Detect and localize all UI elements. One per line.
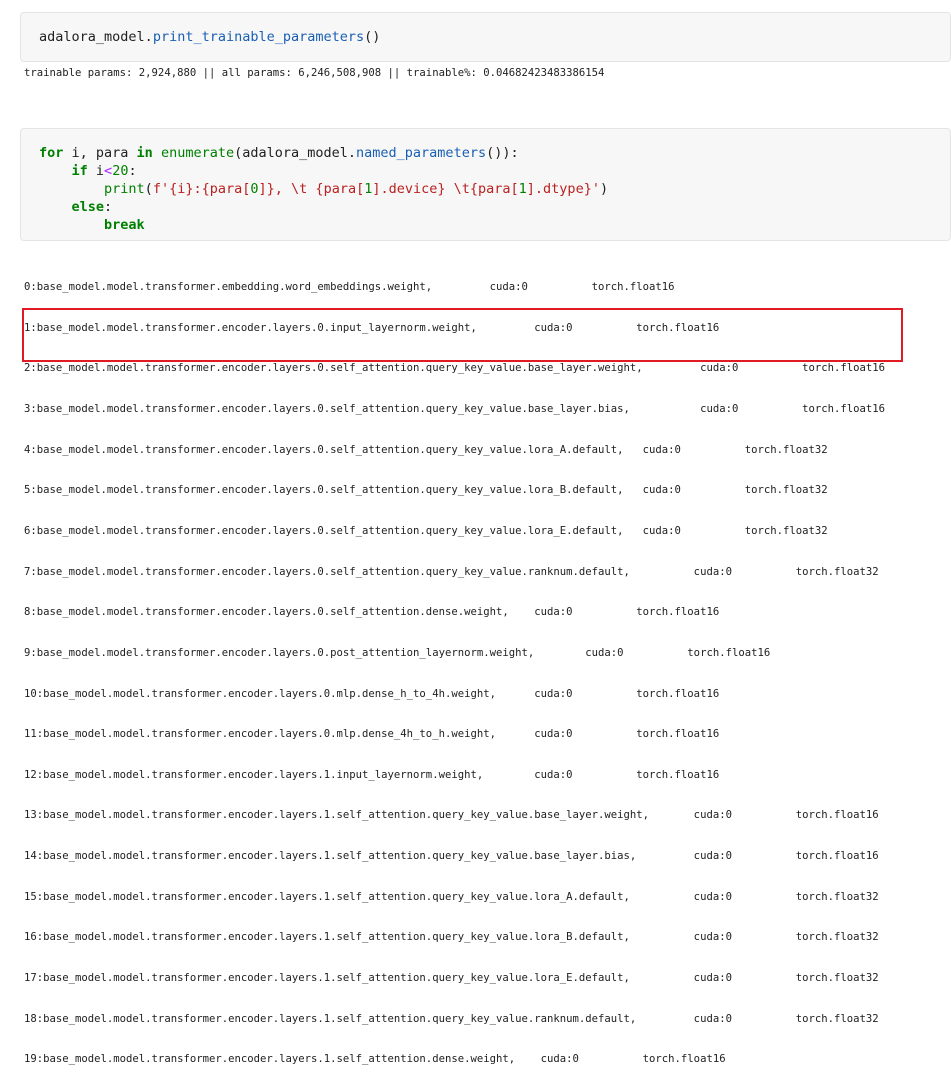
number-token: 1	[518, 181, 527, 197]
output-line: 12:base_model.model.transformer.encoder.…	[24, 768, 720, 781]
code-cell-1-input[interactable]: adalora_model.print_trainable_parameters…	[20, 12, 951, 62]
code-token: ()):	[486, 145, 519, 161]
keyword-token: for	[39, 145, 64, 161]
number-token: 20	[112, 163, 129, 179]
code-token: i, para	[63, 145, 137, 161]
string-token: {para[	[201, 181, 251, 197]
code-token: adalora_model	[39, 29, 145, 45]
output-line: 14:base_model.model.transformer.encoder.…	[24, 850, 879, 863]
output-line: 11:base_model.model.transformer.encoder.…	[24, 728, 720, 741]
code-line-5: break	[39, 217, 145, 233]
output-line: 9:base_model.model.transformer.encoder.l…	[24, 646, 771, 659]
code-token: .	[144, 29, 153, 45]
output-line: trainable params: 2,924,880 || all param…	[24, 67, 605, 79]
keyword-token: if	[71, 163, 88, 179]
code-token: (	[144, 181, 153, 197]
string-token: :	[193, 181, 202, 197]
output-line: 13:base_model.model.transformer.encoder.…	[24, 809, 879, 822]
code-line: adalora_model.print_trainable_parameters…	[39, 28, 380, 46]
keyword-token: else	[71, 199, 105, 215]
code-line-1: for i, para in enumerate(adalora_model.n…	[39, 145, 519, 161]
string-token: ].device} \t{para[	[372, 181, 519, 197]
code-token: )	[599, 181, 609, 197]
code-token: (adalora_model.	[234, 145, 357, 161]
code-token-method: print_trainable_parameters	[152, 29, 365, 45]
string-token: ].dtype}	[526, 181, 592, 197]
string-token: ]}	[258, 181, 275, 197]
code-cell-2-input[interactable]: for i, para in enumerate(adalora_model.n…	[20, 128, 951, 241]
builtin-token: print	[104, 181, 145, 197]
keyword-token: in	[136, 145, 153, 161]
code-line-3: print(f'{i}:{para[0]}, \t {para[ 1].devic…	[39, 181, 608, 197]
code-block: for i, para in enumerate(adalora_model.n…	[39, 144, 608, 234]
output-line: 5:base_model.model.transformer.encoder.l…	[24, 484, 828, 497]
output-line: 15:base_model.model.transformer.encoder.…	[24, 890, 879, 903]
output-line: 8:base_model.model.transformer.encoder.l…	[24, 606, 720, 619]
code-token: :	[104, 199, 113, 215]
code-line-4: else:	[39, 199, 113, 215]
operator-token: <	[104, 163, 113, 179]
string-token: '	[591, 181, 600, 197]
output-line: 6:base_model.model.transformer.encoder.l…	[24, 524, 828, 537]
output-line: 0:base_model.model.transformer.embedding…	[24, 281, 675, 294]
output-line: 1:base_model.model.transformer.encoder.l…	[24, 321, 720, 334]
output-line: 2:base_model.model.transformer.encoder.l…	[24, 362, 886, 375]
string-token: {i}	[169, 181, 194, 197]
output-line: 19:base_model.model.transformer.encoder.…	[24, 1053, 726, 1066]
keyword-token: break	[104, 217, 145, 233]
string-token: f'	[152, 181, 170, 197]
code-token-method: named_parameters	[356, 145, 487, 161]
string-token: , \t {para[	[274, 181, 365, 197]
code-line-2: if i<20:	[39, 163, 137, 179]
output-line: 17:base_model.model.transformer.encoder.…	[24, 971, 879, 984]
code-cell-1-output: trainable params: 2,924,880 || all param…	[24, 67, 604, 81]
output-line: 10:base_model.model.transformer.encoder.…	[24, 687, 720, 700]
code-cell-2-output: 0:base_model.model.transformer.embedding…	[24, 254, 885, 1080]
code-token: i	[87, 163, 105, 179]
code-token: ()	[364, 29, 381, 45]
number-token: 0	[250, 181, 259, 197]
output-line: 18:base_model.model.transformer.encoder.…	[24, 1012, 879, 1025]
output-line: 16:base_model.model.transformer.encoder.…	[24, 931, 879, 944]
output-line: 3:base_model.model.transformer.encoder.l…	[24, 403, 886, 416]
output-line: 7:base_model.model.transformer.encoder.l…	[24, 565, 879, 578]
output-line: 4:base_model.model.transformer.encoder.l…	[24, 443, 828, 456]
builtin-token: enumerate	[160, 145, 235, 161]
code-token: :	[128, 163, 137, 179]
